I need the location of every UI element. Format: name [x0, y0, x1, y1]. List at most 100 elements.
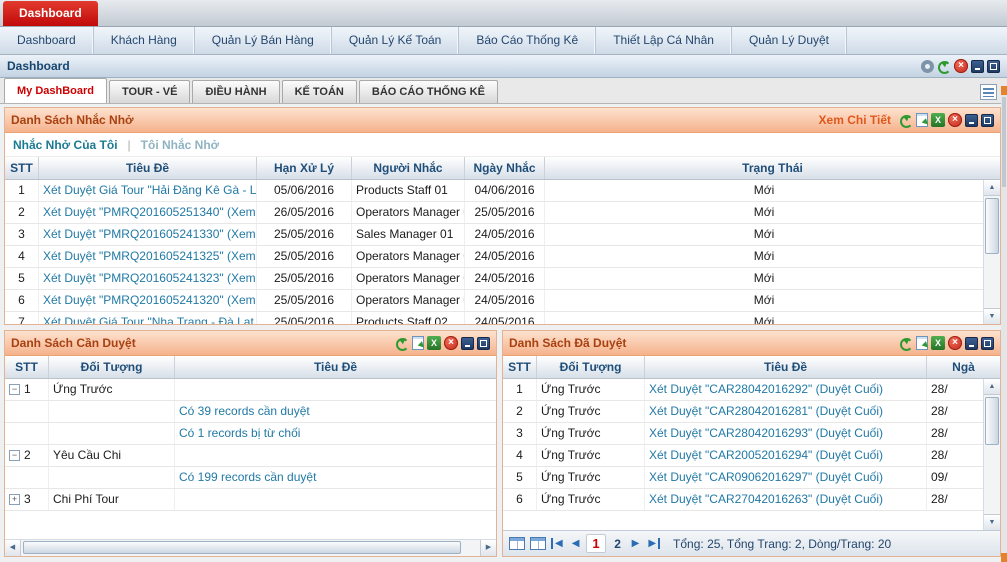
pending-detail-row[interactable]: Có 199 records cần duyệt [5, 467, 496, 489]
column-header-title[interactable]: Tiêu Đề [175, 356, 496, 378]
tab-bao-cao-thong-ke[interactable]: BÁO CÁO THỐNG KÊ [359, 80, 498, 103]
reminder-row[interactable]: 5 Xét Duyệt "PMRQ201605241323" (Xem X 25… [5, 268, 983, 290]
menu-item-thiet-lap-ca-nhan[interactable]: Thiết Lập Cá Nhân [596, 27, 732, 54]
approved-title-link[interactable]: Xét Duyệt "CAR28042016292" (Duyệt Cuối) [649, 382, 883, 396]
pending-group-row[interactable]: − 1 Ứng Trước [5, 379, 496, 401]
scrollbar-thumb[interactable] [1002, 97, 1006, 187]
reminder-title-link[interactable]: Xét Duyệt "PMRQ201605251340" (Xem X [43, 205, 257, 219]
approved-title-link[interactable]: Xét Duyệt "CAR28042016281" (Duyệt Cuối) [649, 404, 883, 418]
export-icon[interactable] [412, 336, 424, 350]
reminder-row[interactable]: 7 Xét Duyệt Giá Tour "Nha Trang - Đà Lạt… [5, 312, 983, 324]
column-header-object[interactable]: Đối Tượng [537, 356, 645, 378]
scrollbar-thumb[interactable] [985, 198, 999, 254]
filter-my-reminders[interactable]: Nhắc Nhở Của Tôi [13, 138, 118, 152]
settings-icon[interactable] [921, 60, 934, 73]
pager-last-button[interactable]: ▶ [646, 538, 660, 549]
column-header-date[interactable]: Ngà [927, 356, 1000, 378]
tab-dieu-hanh[interactable]: ĐIỀU HÀNH [192, 80, 279, 103]
reminder-row[interactable]: 2 Xét Duyệt "PMRQ201605251340" (Xem X 26… [5, 202, 983, 224]
maximize-icon[interactable] [981, 337, 994, 350]
pending-group-row[interactable]: − 2 Yêu Cầu Chi [5, 445, 496, 467]
scroll-up-icon[interactable]: ▲ [984, 379, 1000, 395]
refresh-icon[interactable] [899, 113, 913, 127]
filter-i-remind[interactable]: Tôi Nhắc Nhở [141, 138, 220, 152]
column-header-reminder-person[interactable]: Người Nhắc [352, 157, 465, 179]
approved-row[interactable]: 5 Ứng Trước Xét Duyệt "CAR09062016297" (… [503, 467, 983, 489]
collapse-icon[interactable]: − [9, 384, 20, 395]
menu-item-dashboard[interactable]: Dashboard [0, 27, 94, 54]
maximize-icon[interactable] [981, 114, 994, 127]
pager-page-1[interactable]: 1 [586, 534, 605, 553]
vertical-scrollbar[interactable]: ▲ ▼ [983, 180, 1000, 324]
scroll-down-icon[interactable]: ▼ [984, 514, 1000, 530]
approved-row[interactable]: 1 Ứng Trước Xét Duyệt "CAR28042016292" (… [503, 379, 983, 401]
reminder-row[interactable]: 4 Xét Duyệt "PMRQ201605241325" (Xem X 25… [5, 246, 983, 268]
reminder-title-link[interactable]: Xét Duyệt "PMRQ201605241330" (Xem X [43, 227, 257, 241]
export-icon[interactable] [916, 113, 928, 127]
reminder-row[interactable]: 1 Xét Duyệt Giá Tour "Hải Đăng Kê Gà - L… [5, 180, 983, 202]
column-header-remind-date[interactable]: Ngày Nhắc [465, 157, 545, 179]
refresh-icon[interactable] [395, 336, 409, 350]
approved-title-link[interactable]: Xét Duyệt "CAR20052016294" (Duyệt Cuối) [649, 448, 883, 462]
pending-group-row[interactable]: + 3 Chi Phí Tour [5, 489, 496, 511]
expand-icon[interactable]: + [9, 494, 20, 505]
close-icon[interactable]: × [948, 336, 962, 350]
column-header-status[interactable]: Trạng Thái [545, 157, 1000, 179]
menu-item-bao-cao-thong-ke[interactable]: Báo Cáo Thống Kê [459, 27, 596, 54]
scroll-down-icon[interactable] [1001, 553, 1007, 562]
pending-detail-row[interactable]: Có 1 records bị từ chối [5, 423, 496, 445]
pager-page-2[interactable]: 2 [611, 537, 625, 551]
menu-item-quan-ly-duyet[interactable]: Quản Lý Duyệt [732, 27, 847, 54]
approved-title-link[interactable]: Xét Duyệt "CAR27042016263" (Duyệt Cuối) [649, 492, 883, 506]
pending-detail-row[interactable]: Có 39 records cần duyệt [5, 401, 496, 423]
scroll-right-icon[interactable]: ▶ [480, 540, 496, 556]
pager-first-button[interactable]: ◀ [551, 538, 565, 549]
pager-next-button[interactable]: ▶ [630, 538, 642, 549]
close-icon[interactable]: × [948, 113, 962, 127]
maximize-icon[interactable] [987, 60, 1000, 73]
reminder-title-link[interactable]: Xét Duyệt Giá Tour "Hải Đăng Kê Gà - Lâu [43, 183, 257, 197]
approved-row[interactable]: 6 Ứng Trước Xét Duyệt "CAR27042016263" (… [503, 489, 983, 511]
scrollbar-thumb[interactable] [23, 541, 461, 554]
table-settings-icon[interactable] [530, 537, 546, 550]
horizontal-scrollbar[interactable]: ◀ ▶ [5, 539, 496, 556]
excel-export-icon[interactable]: X [427, 336, 441, 350]
excel-export-icon[interactable]: X [931, 113, 945, 127]
minimize-icon[interactable] [971, 60, 984, 73]
table-icon[interactable] [509, 537, 525, 550]
refresh-icon[interactable] [899, 336, 913, 350]
approved-title-link[interactable]: Xét Duyệt "CAR28042016293" (Duyệt Cuối) [649, 426, 883, 440]
vertical-scrollbar[interactable]: ▲ ▼ [983, 379, 1000, 530]
refresh-icon[interactable] [937, 59, 951, 73]
scroll-up-icon[interactable]: ▲ [984, 180, 1000, 196]
column-header-object[interactable]: Đối Tượng [49, 356, 175, 378]
menu-item-quan-ly-ban-hang[interactable]: Quản Lý Bán Hàng [195, 27, 332, 54]
layout-list-icon[interactable] [980, 84, 997, 100]
minimize-icon[interactable] [461, 337, 474, 350]
maximize-icon[interactable] [477, 337, 490, 350]
pending-detail-link[interactable]: Có 39 records cần duyệt [179, 404, 310, 418]
page-vertical-scrollbar[interactable] [1001, 86, 1007, 562]
scroll-left-icon[interactable]: ◀ [5, 540, 21, 556]
window-tab-dashboard[interactable]: Dashboard [3, 1, 98, 26]
scrollbar-thumb[interactable] [985, 397, 999, 445]
column-header-stt[interactable]: STT [503, 356, 537, 378]
minimize-icon[interactable] [965, 337, 978, 350]
scroll-up-icon[interactable] [1001, 86, 1007, 95]
reminder-row[interactable]: 3 Xét Duyệt "PMRQ201605241330" (Xem X 25… [5, 224, 983, 246]
view-detail-link[interactable]: Xem Chi Tiết [819, 113, 891, 127]
reminder-title-link[interactable]: Xét Duyệt "PMRQ201605241323" (Xem X [43, 271, 257, 285]
approved-title-link[interactable]: Xét Duyệt "CAR09062016297" (Duyệt Cuối) [649, 470, 883, 484]
column-header-stt[interactable]: STT [5, 157, 39, 179]
export-icon[interactable] [916, 336, 928, 350]
reminder-row[interactable]: 6 Xét Duyệt "PMRQ201605241320" (Xem X 25… [5, 290, 983, 312]
column-header-stt[interactable]: STT [5, 356, 49, 378]
close-icon[interactable]: × [954, 59, 968, 73]
tab-tour-ve[interactable]: TOUR - VÉ [109, 80, 190, 103]
reminder-title-link[interactable]: Xét Duyệt "PMRQ201605241320" (Xem X [43, 293, 257, 307]
menu-item-khach-hang[interactable]: Khách Hàng [94, 27, 195, 54]
column-header-due-date[interactable]: Hạn Xử Lý [257, 157, 352, 179]
menu-item-quan-ly-ke-toan[interactable]: Quản Lý Kế Toán [332, 27, 460, 54]
tab-my-dashboard[interactable]: My DashBoard [4, 78, 107, 103]
reminder-title-link[interactable]: Xét Duyệt "PMRQ201605241325" (Xem X [43, 249, 257, 263]
